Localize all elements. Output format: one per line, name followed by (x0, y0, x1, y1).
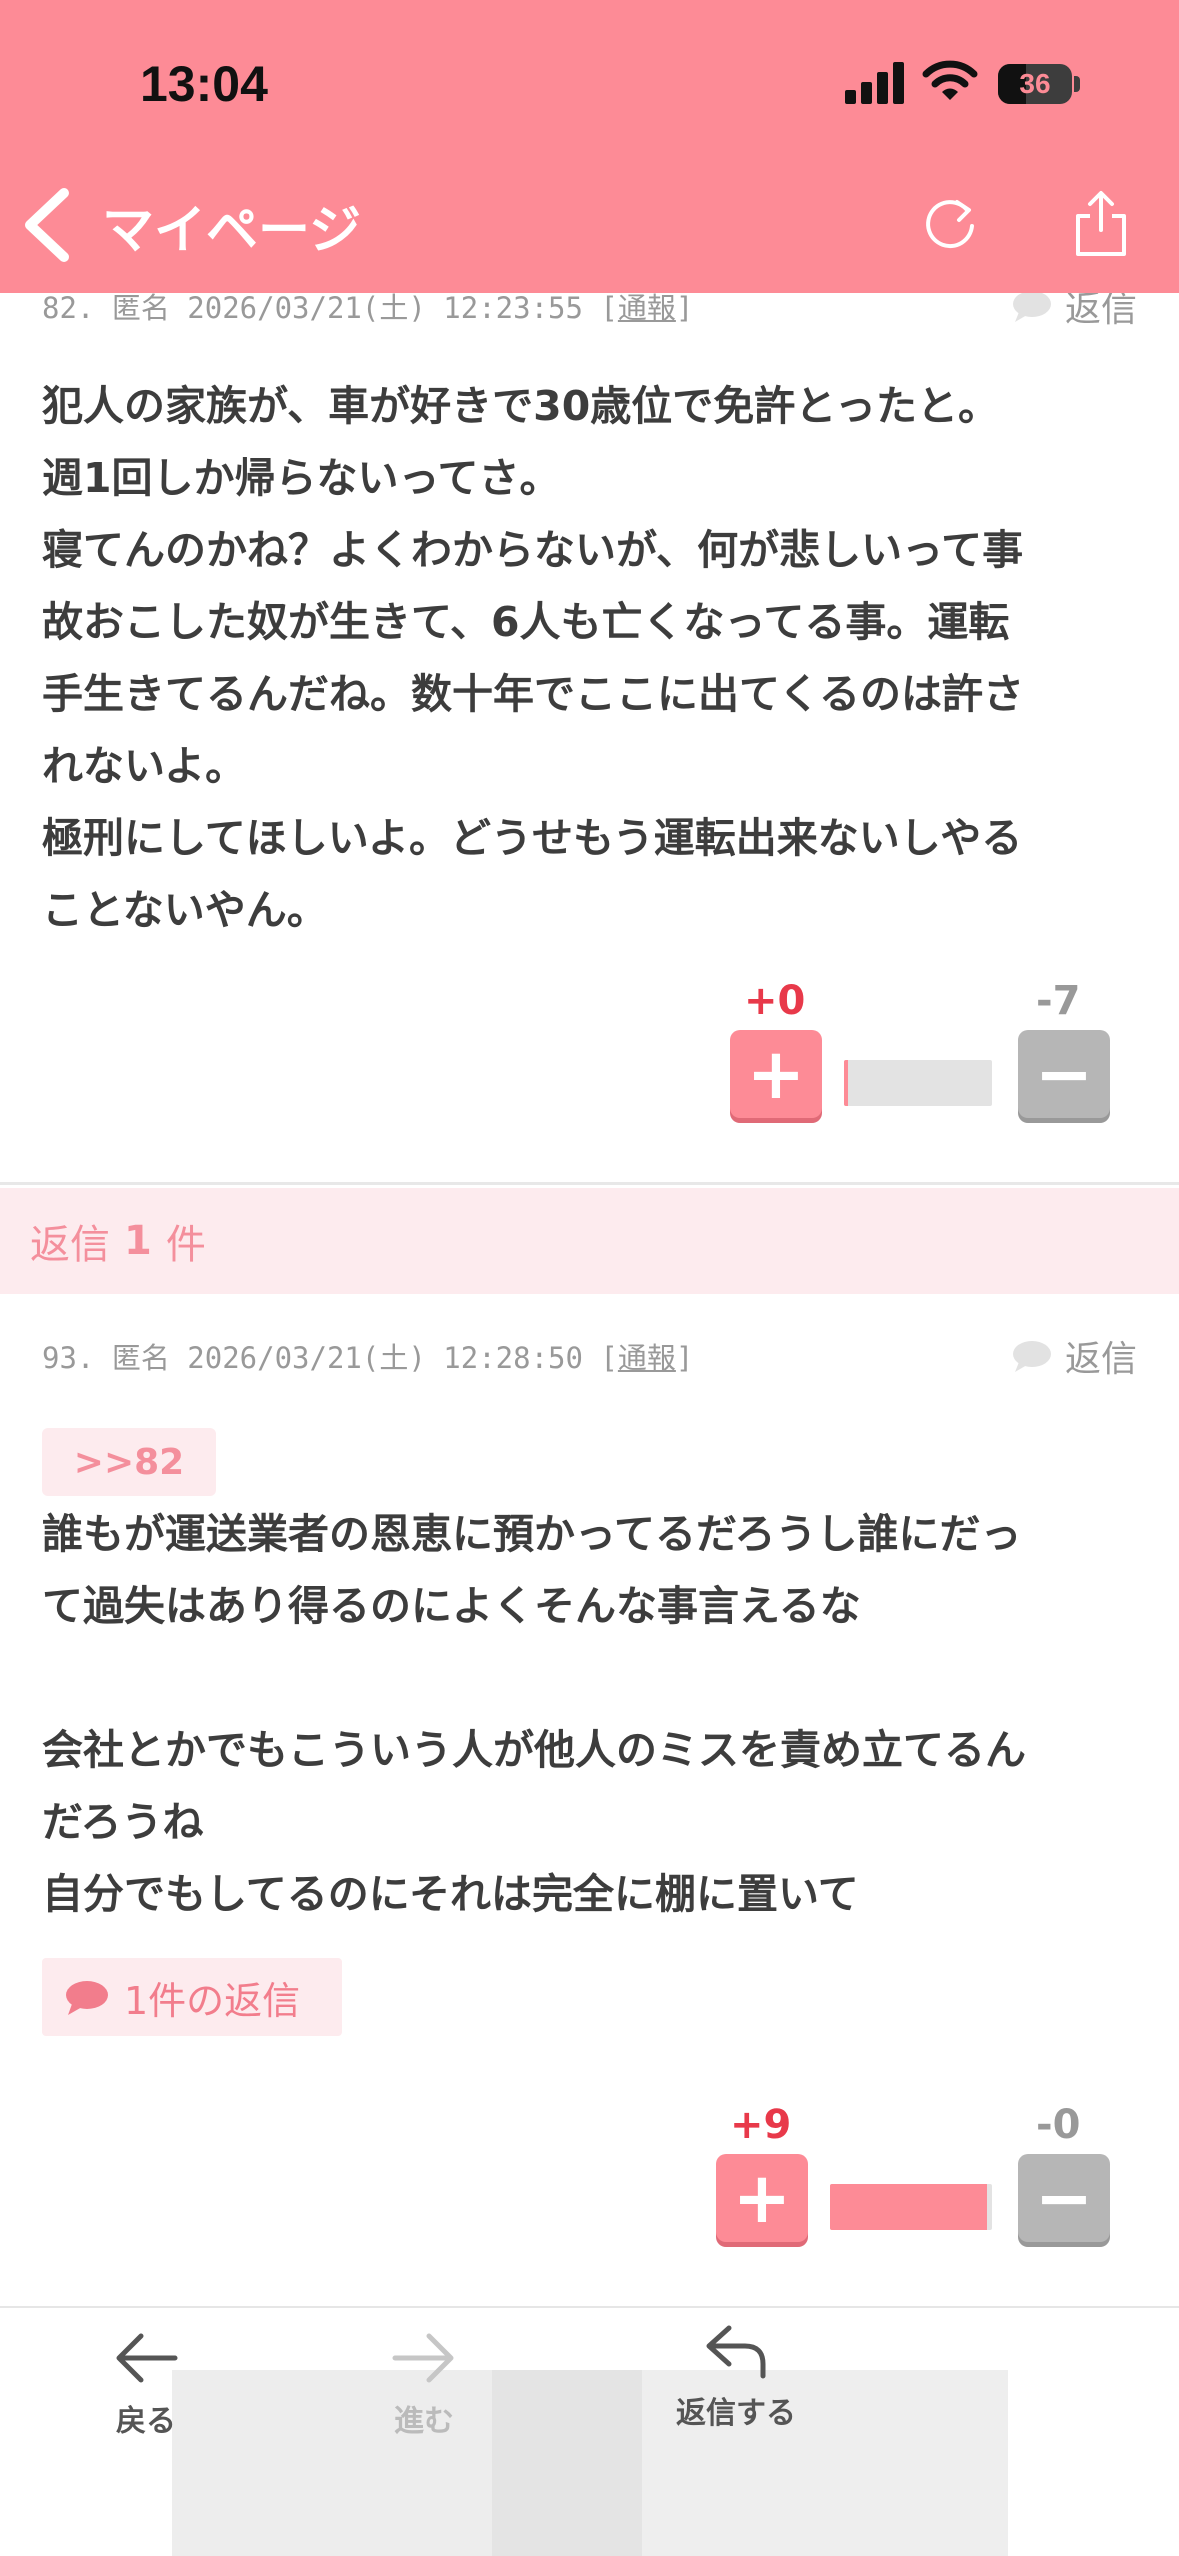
report-link[interactable]: 通報 (618, 291, 676, 325)
back-label: 戻る (116, 2404, 176, 2439)
wifi-icon (922, 60, 978, 100)
reply-count-header: 返信 1 件 (0, 1188, 1179, 1294)
minus-vote-button[interactable]: − (1018, 1030, 1110, 1118)
comment-meta: 82. 匿名 2026/03/21(土) 12:23:55 (42, 291, 583, 325)
speech-bubble-icon (1012, 1341, 1051, 1372)
plus-count: +9 (730, 2102, 792, 2148)
arrow-right-icon (392, 2333, 454, 2383)
view-replies-button[interactable]: 1件の返信 (42, 1958, 342, 2036)
back-button[interactable]: 戻る (56, 2328, 236, 2440)
vote-ratio-bar (830, 2184, 992, 2230)
comment-body: 誰もが運送業者の恩恵に預かってるだろうし誰にだっ て過失はあり得るのによくそんな… (42, 1510, 1026, 1918)
vote-ratio-fill (830, 2184, 988, 2230)
comment-body: 犯人の家族が、車が好きで30歳位で免許とったと。 週1回しか帰らないってさ。 寝… (42, 382, 1024, 934)
reload-icon[interactable] (915, 188, 985, 258)
vote-ratio-fill (844, 1060, 849, 1106)
app-header: 13:04 36 マイページ (0, 0, 1179, 293)
minus-vote-button[interactable]: − (1018, 2154, 1110, 2242)
report-link[interactable]: 通報 (618, 1341, 676, 1375)
reply-count-prefix: 返信 (30, 1222, 110, 1268)
battery-level-text: 36 (1019, 68, 1051, 99)
vote-controls: +9 -0 + − (716, 2102, 1110, 2242)
reply-label: 返信 (1064, 1339, 1137, 1380)
comment-meta: 93. 匿名 2026/03/21(土) 12:28:50 (42, 1341, 583, 1375)
reply-button[interactable]: 返信 (1011, 1330, 1137, 1382)
cellular-signal-icon (845, 60, 907, 104)
forward-label: 進む (394, 2404, 454, 2439)
divider (0, 1182, 1179, 1185)
bottom-toolbar: 戻る 進む 返信する (0, 2306, 1179, 2556)
minus-count: -7 (1036, 978, 1081, 1024)
reply-label: 返信する (676, 2396, 796, 2431)
vote-ratio-bar (844, 1060, 992, 1106)
forward-button[interactable]: 進む (334, 2328, 514, 2440)
minus-count: -0 (1036, 2102, 1081, 2148)
back-label: マイページ (102, 200, 361, 261)
speech-bubble-icon (1012, 291, 1051, 322)
status-time: 13:04 (140, 56, 268, 112)
replies-chip-label: 1件の返信 (124, 1978, 301, 2023)
chevron-left-icon (25, 188, 69, 262)
reply-arrow-icon (706, 2325, 766, 2379)
plus-vote-button[interactable]: + (716, 2154, 808, 2242)
plus-vote-button[interactable]: + (730, 1030, 822, 1118)
comment-93-meta: 93. 匿名 2026/03/21(土) 12:28:50 [通報] 返信 (42, 1336, 1137, 1380)
reply-count-number: 1 (124, 1218, 152, 1264)
arrow-left-icon (116, 2333, 178, 2383)
ad-banner (172, 2370, 1008, 2556)
reply-count-suffix: 件 (165, 1222, 206, 1268)
back-to-mypage-button[interactable]: マイページ (20, 185, 361, 265)
speech-bubble-icon (66, 1981, 108, 2015)
write-reply-button[interactable]: 返信する (646, 2320, 826, 2432)
vote-controls: +0 -7 + − (730, 978, 1110, 1118)
plus-count: +0 (744, 978, 806, 1024)
battery-icon: 36 (998, 64, 1072, 104)
share-icon[interactable] (1066, 188, 1136, 258)
anchor-link-82[interactable]: >>82 (42, 1428, 216, 1496)
